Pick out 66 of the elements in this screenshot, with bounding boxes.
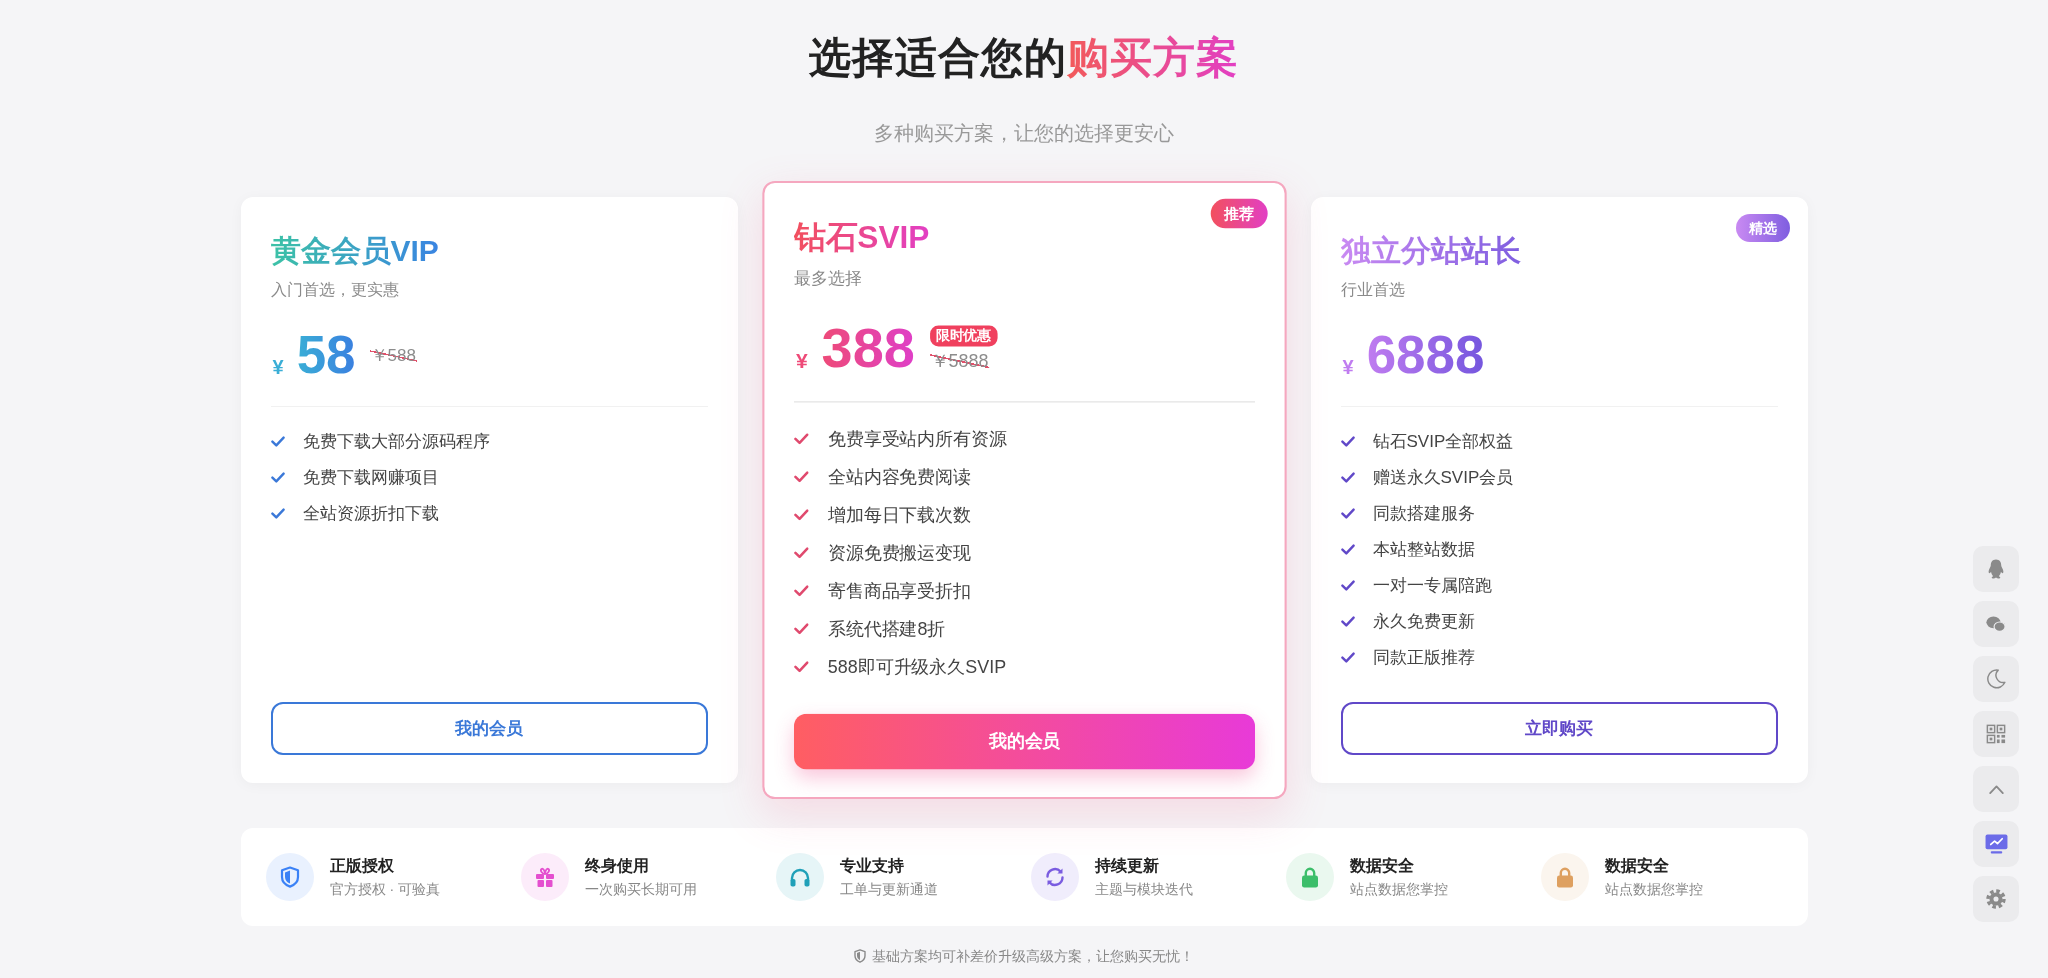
plan-button[interactable]: 我的会员 (793, 713, 1255, 770)
monitor-chart-icon (1984, 834, 2008, 854)
headphones-icon (775, 853, 824, 901)
settings-button[interactable] (1973, 876, 2019, 922)
shield-icon (854, 949, 866, 963)
gear-icon (1986, 889, 2006, 909)
dashboard-button[interactable] (1973, 821, 2019, 867)
contact-button[interactable] (1973, 546, 2019, 592)
highlight-subtitle: 站点数据您掌控 (1349, 880, 1448, 899)
highlight-subtitle: 一次购买长期可用 (584, 880, 697, 899)
highlight-title: 终身使用 (584, 856, 650, 876)
highlight-title: 数据安全 (1349, 856, 1415, 876)
feature-text: 同款正版推荐 (1372, 646, 1475, 669)
feature-text: 全站内容免费阅读 (827, 465, 971, 489)
plan-tagline: 行业首选 (1340, 280, 1406, 300)
highlight-title: 持续更新 (1094, 856, 1160, 876)
moon-icon (1986, 669, 2006, 689)
highlight-title: 正版授权 (329, 856, 395, 876)
feature-text: 增加每日下载次数 (827, 503, 971, 527)
feature-text: 寄售商品享受折扣 (827, 579, 971, 603)
gift-icon (520, 853, 569, 901)
highlight-subtitle: 官方授权 · 可验真 (329, 880, 440, 899)
feature-text: 钻石SVIP全部权益 (1372, 430, 1514, 453)
plan-title: 独立分站站长 (1340, 233, 1521, 269)
highlight-subtitle: 工单与更新通道 (839, 880, 938, 899)
plan-badge: 精选 (1735, 214, 1790, 242)
chevron-up-icon (1988, 784, 2004, 794)
currency-symbol: ¥ (1342, 355, 1354, 379)
feature-text: 一对一专属陪跑 (1372, 574, 1492, 597)
qr-code-button[interactable] (1973, 711, 2019, 757)
feature-text: 本站整站数据 (1372, 538, 1475, 561)
feature-text: 免费享受站内所有资源 (827, 427, 1007, 451)
plan-badge: 推荐 (1210, 198, 1268, 229)
plan-button[interactable]: 立即购买 (1340, 702, 1778, 755)
plan-button[interactable]: 我的会员 (270, 702, 708, 755)
feature-text: 永久免费更新 (1372, 610, 1475, 633)
highlight-title: 数据安全 (1604, 856, 1670, 876)
currency-symbol: ¥ (795, 347, 808, 373)
plan-title: 黄金会员VIP (270, 233, 439, 269)
feature-text: 全站资源折扣下载 (302, 502, 439, 525)
promo-badge: 限时优惠 (929, 324, 997, 346)
page-subtitle: 多种购买方案，让您的选择更安心 (874, 121, 1174, 146)
feature-text: 免费下载大部分源码程序 (302, 430, 490, 453)
sync-icon (1030, 853, 1079, 901)
currency-symbol: ¥ (272, 355, 284, 379)
lock-icon (1540, 853, 1589, 901)
lock-icon (1285, 853, 1334, 901)
highlight-subtitle: 站点数据您掌控 (1604, 880, 1703, 899)
highlight-subtitle: 主题与模块迭代 (1094, 880, 1193, 899)
footer-note: 基础方案均可补差价升级高级方案，让您购买无忧！ (872, 947, 1194, 966)
highlight-title: 专业支持 (839, 856, 905, 876)
feature-text: 免费下载网赚项目 (302, 466, 439, 489)
chat-bubbles-icon (1986, 614, 2006, 634)
theme-toggle-button[interactable] (1973, 656, 2019, 702)
page-title: 选择适合您的购买方案 (809, 33, 1239, 83)
plan-tagline: 入门首选，更实惠 (270, 280, 400, 300)
shield-icon (265, 853, 314, 901)
feature-text: 资源免费搬运变现 (827, 541, 971, 565)
qr-code-icon (1986, 724, 2006, 744)
penguin-icon (1986, 559, 2006, 579)
plan-tagline: 最多选择 (793, 268, 862, 290)
chat-button[interactable] (1973, 601, 2019, 647)
feature-text: 赠送永久SVIP会员 (1372, 466, 1514, 489)
feature-text: 588即可升级永久SVIP (827, 655, 1006, 679)
feature-text: 同款搭建服务 (1372, 502, 1475, 525)
feature-text: 系统代搭建8折 (827, 617, 945, 641)
